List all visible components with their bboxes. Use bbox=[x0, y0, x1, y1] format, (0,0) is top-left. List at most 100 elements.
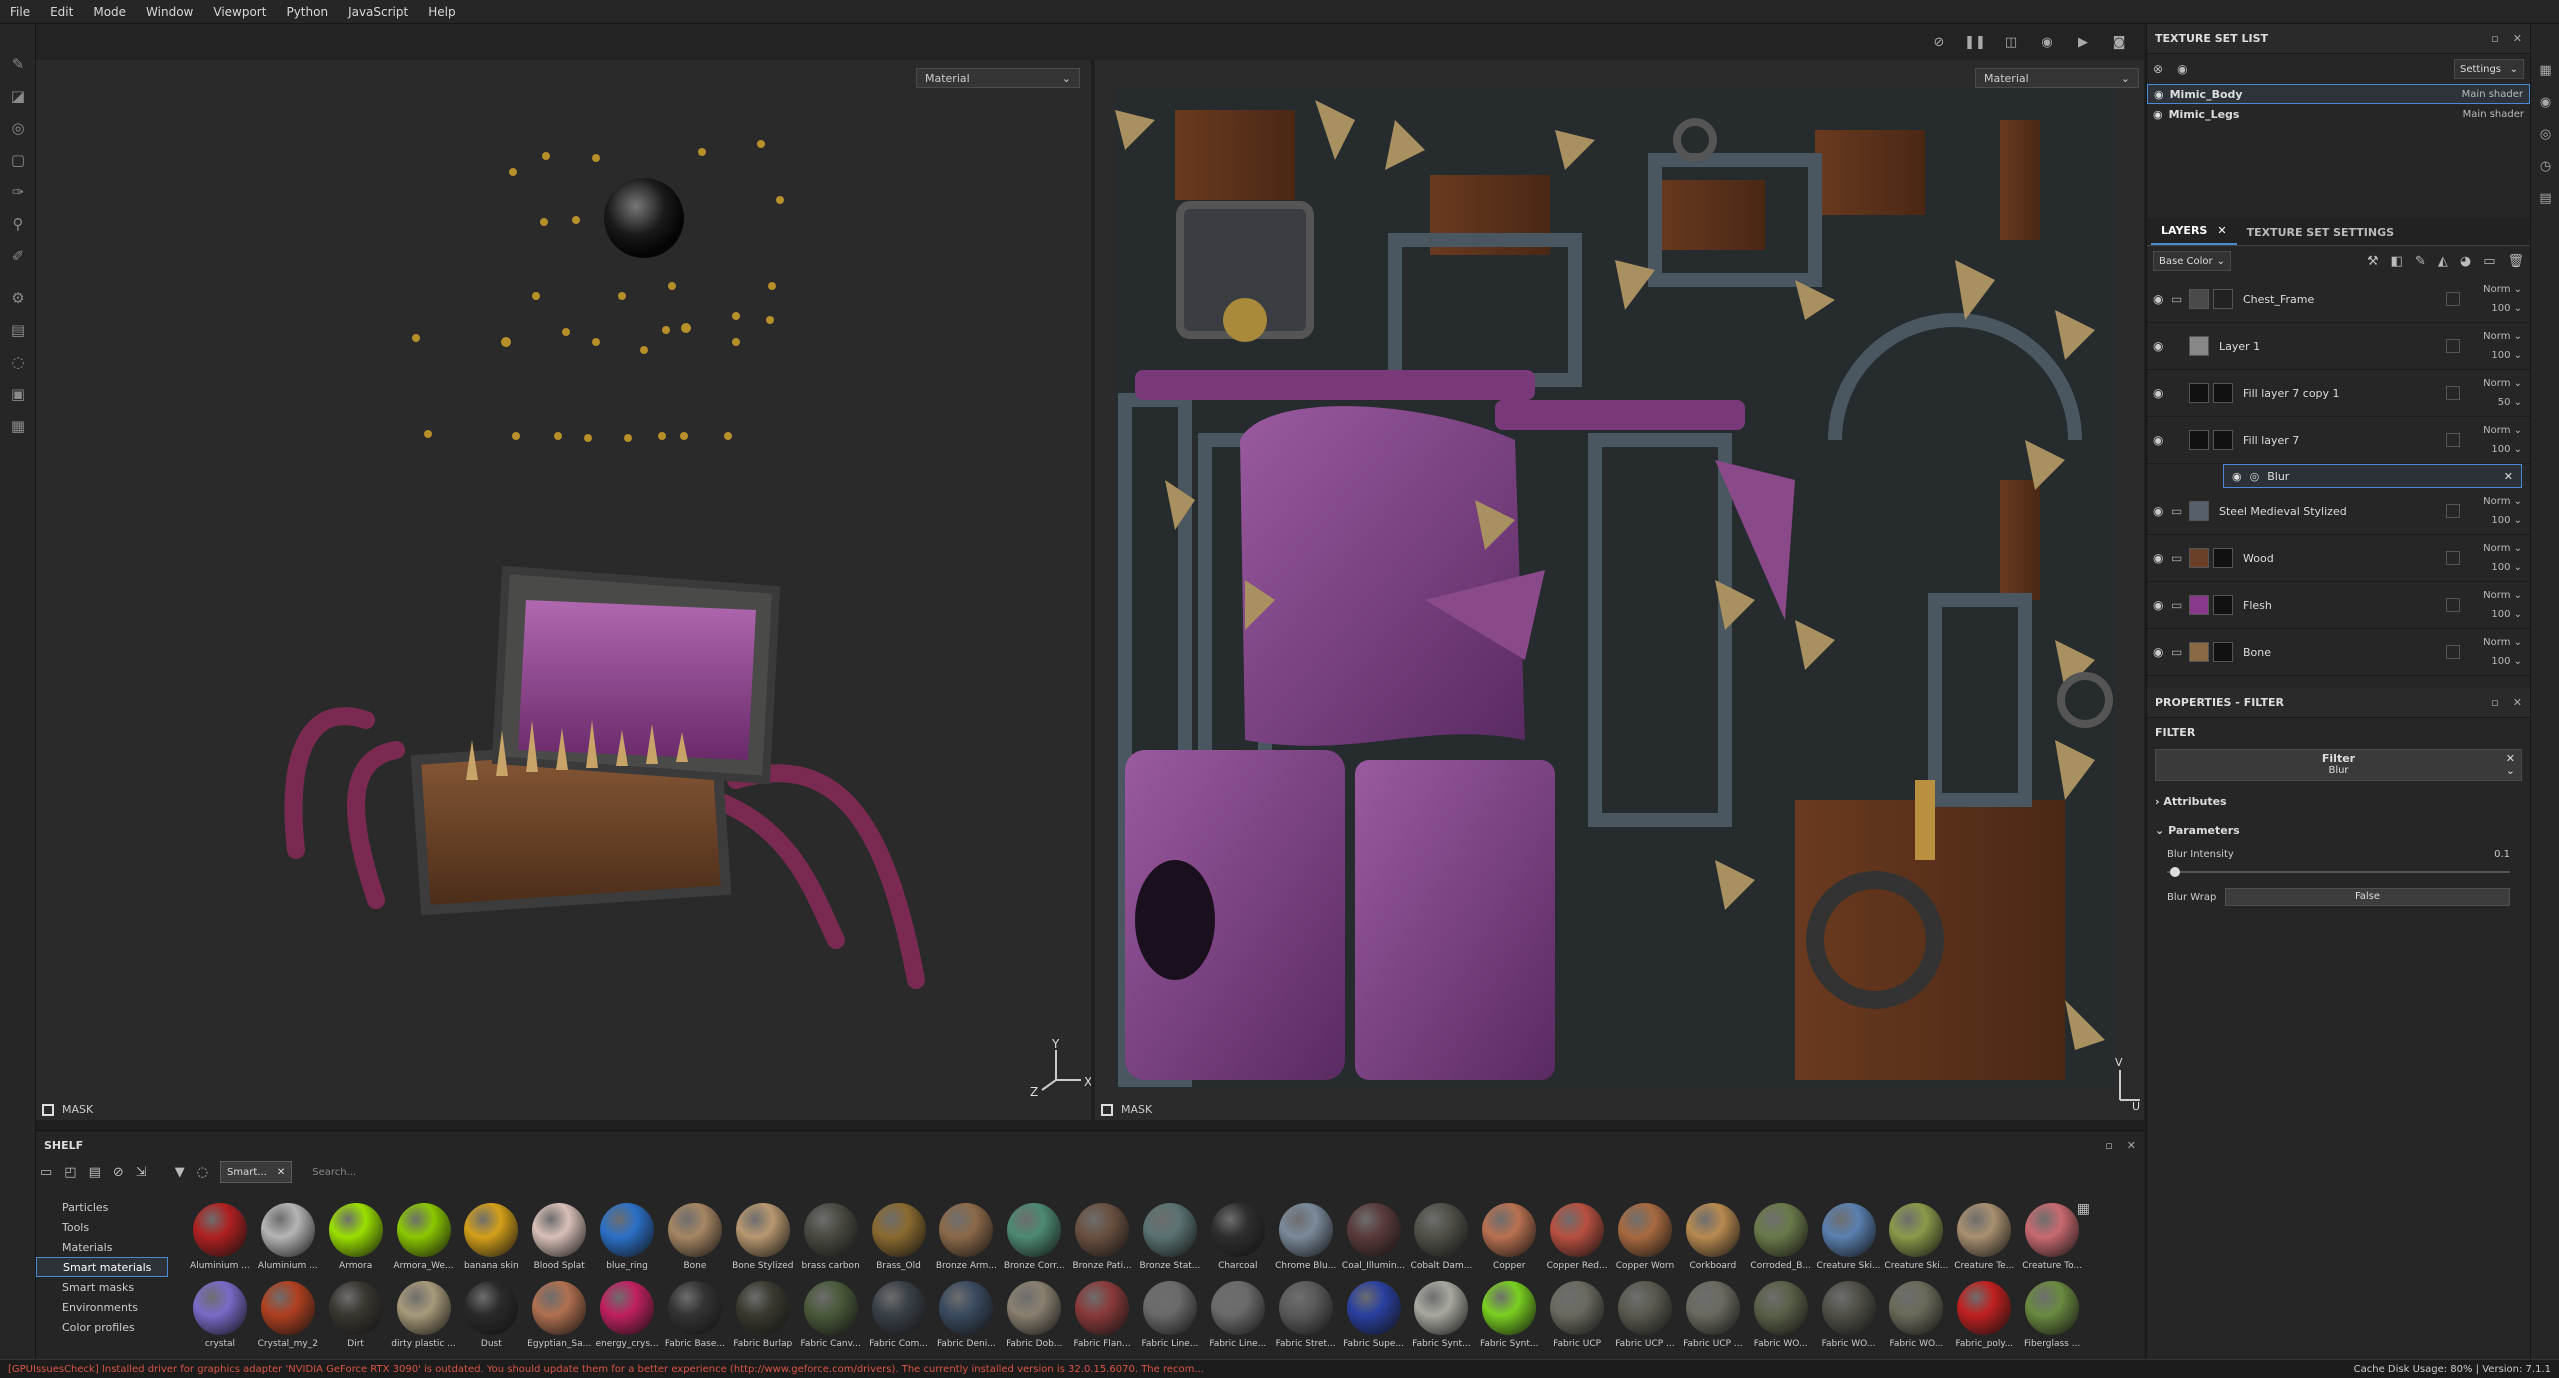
smart-material-item[interactable]: Fabric Burlap bbox=[729, 1277, 797, 1355]
filter-selector[interactable]: Filter Blur ✕ ⌄ bbox=[2155, 749, 2522, 781]
smart-material-item[interactable]: Coal_Illumin... bbox=[1340, 1199, 1408, 1277]
tab-layers[interactable]: LAYERS ✕ bbox=[2151, 218, 2237, 245]
filter-icon[interactable]: ▼ bbox=[175, 1165, 185, 1180]
mask-toggle-2d[interactable]: MASK bbox=[1101, 1103, 1152, 1116]
smart-material-item[interactable]: crystal bbox=[186, 1277, 254, 1355]
layer-mask-thumbnail[interactable] bbox=[2213, 289, 2233, 309]
layer-select-checkbox[interactable] bbox=[2446, 504, 2460, 518]
smart-material-item[interactable]: Creature Ski... bbox=[1815, 1199, 1883, 1277]
float-panel-icon[interactable]: ▫ bbox=[2491, 32, 2498, 45]
smart-material-item[interactable]: Bronze Stat... bbox=[1136, 1199, 1204, 1277]
layer-row[interactable]: ◉ ▭ Steel Medieval Stylized Norm ⌄ 100 ⌄ bbox=[2147, 488, 2530, 535]
hide-icon[interactable]: ⊘ bbox=[113, 1165, 124, 1180]
layer-mask-thumbnail[interactable] bbox=[2213, 595, 2233, 615]
smart-material-item[interactable]: Fabric Stret... bbox=[1272, 1277, 1340, 1355]
mask-toggle-3d[interactable]: MASK bbox=[42, 1103, 93, 1116]
paint-brush-icon[interactable]: ✎ bbox=[0, 48, 36, 80]
folder-icon[interactable]: ▭ bbox=[2171, 504, 2189, 518]
geometry-mask-icon[interactable]: ▢ bbox=[0, 144, 36, 176]
projection-icon[interactable]: ◎ bbox=[0, 112, 36, 144]
import-icon[interactable]: ▤ bbox=[89, 1165, 101, 1180]
viewport-3d[interactable]: Material ⌄ Y Z X MASK bbox=[36, 60, 1091, 1120]
close-icon[interactable]: ✕ bbox=[2513, 696, 2522, 709]
eye-icon[interactable]: ◉ bbox=[2153, 551, 2171, 565]
bake-icon[interactable]: ▤ bbox=[0, 314, 36, 346]
clone-stamp-icon[interactable]: ⚲ bbox=[0, 208, 36, 240]
layer-select-checkbox[interactable] bbox=[2446, 551, 2460, 565]
layer-select-checkbox[interactable] bbox=[2446, 339, 2460, 353]
hide-icon[interactable]: ⊗ bbox=[2153, 62, 2163, 76]
attributes-section[interactable]: › Attributes bbox=[2147, 787, 2530, 816]
layer-select-checkbox[interactable] bbox=[2446, 386, 2460, 400]
smart-material-item[interactable]: banana skin bbox=[457, 1199, 525, 1277]
menu-python[interactable]: Python bbox=[276, 5, 338, 19]
texture-set-list-icon[interactable]: ▦ bbox=[2531, 54, 2559, 86]
eye-icon[interactable]: ◉ bbox=[2232, 470, 2242, 483]
layer-row[interactable]: ◉ ▭ Chest_Frame Norm ⌄ 100 ⌄ bbox=[2147, 276, 2530, 323]
menu-file[interactable]: File bbox=[0, 5, 40, 19]
smart-material-item[interactable]: Dust bbox=[457, 1277, 525, 1355]
layer-select-checkbox[interactable] bbox=[2446, 292, 2460, 306]
smart-material-item[interactable]: Egyptian_Sa... bbox=[525, 1277, 593, 1355]
eye-icon[interactable]: ◉ bbox=[2153, 504, 2171, 518]
tab-texture-set-settings[interactable]: TEXTURE SET SETTINGS bbox=[2237, 220, 2404, 245]
mask-checkbox[interactable] bbox=[42, 1103, 54, 1116]
layer-row[interactable]: ◉ ▭ Wood Norm ⌄ 100 ⌄ bbox=[2147, 535, 2530, 582]
folder-icon[interactable]: ▭ bbox=[2171, 551, 2189, 565]
eye-icon[interactable]: ◉ bbox=[2153, 598, 2171, 612]
refresh-icon[interactable]: ◌ bbox=[197, 1165, 208, 1180]
smart-material-item[interactable]: Armora bbox=[322, 1199, 390, 1277]
smart-material-item[interactable]: Fabric_poly... bbox=[1950, 1277, 2018, 1355]
smart-material-item[interactable]: Fabric Dob... bbox=[1000, 1277, 1068, 1355]
shelf-category-item[interactable]: Environments bbox=[36, 1297, 168, 1317]
history-icon[interactable]: ◷ bbox=[2531, 150, 2559, 182]
layer-blend[interactable]: Norm ⌄ 100 ⌄ bbox=[2460, 586, 2530, 624]
smart-material-item[interactable]: Fabric Line... bbox=[1204, 1277, 1272, 1355]
smart-material-item[interactable]: Bone bbox=[661, 1199, 729, 1277]
no-light-icon[interactable]: ⊘ bbox=[1928, 31, 1950, 53]
smart-material-item[interactable]: Fabric Base... bbox=[661, 1277, 729, 1355]
smart-material-item[interactable]: Dirt bbox=[322, 1277, 390, 1355]
camera-icon[interactable]: ◎ bbox=[2531, 118, 2559, 150]
smart-material-item[interactable]: brass carbon bbox=[797, 1199, 865, 1277]
add-smart-material-icon[interactable]: ◕ bbox=[2460, 254, 2471, 269]
slider-handle[interactable] bbox=[2170, 867, 2180, 877]
layer-row[interactable]: ◉ ▭ Bone Norm ⌄ 100 ⌄ bbox=[2147, 629, 2530, 676]
log-icon[interactable]: ▤ bbox=[2531, 182, 2559, 214]
folder-icon[interactable]: ▭ bbox=[2171, 292, 2189, 306]
smart-material-item[interactable]: Fabric Supe... bbox=[1340, 1277, 1408, 1355]
layer-blend[interactable]: Norm ⌄ 100 ⌄ bbox=[2460, 280, 2530, 318]
settings-select[interactable]: Settings ⌄ bbox=[2454, 59, 2524, 79]
smart-material-item[interactable]: Fabric WO... bbox=[1815, 1277, 1883, 1355]
mask-checkbox[interactable] bbox=[1101, 1103, 1113, 1116]
smart-material-item[interactable]: Blood Splat bbox=[525, 1199, 593, 1277]
add-paint-layer-icon[interactable]: ✎ bbox=[2415, 254, 2426, 269]
close-icon[interactable]: ✕ bbox=[277, 1167, 285, 1178]
plugin-icon[interactable]: ▦ bbox=[0, 410, 36, 442]
float-panel-icon[interactable]: ▫ bbox=[2491, 696, 2498, 709]
smudge-icon[interactable]: ✑ bbox=[0, 176, 36, 208]
close-icon[interactable]: ✕ bbox=[2127, 1139, 2136, 1152]
layer-blend[interactable]: Norm ⌄ 50 ⌄ bbox=[2460, 374, 2530, 412]
eye-icon[interactable]: ◉ bbox=[2177, 62, 2187, 76]
layer-row[interactable]: ◉ Fill layer 7 Norm ⌄ 100 ⌄ bbox=[2147, 417, 2530, 464]
eye-icon[interactable]: ◉ bbox=[2154, 88, 2164, 101]
smart-material-item[interactable]: Charcoal bbox=[1204, 1199, 1272, 1277]
shelf-category-item[interactable]: Particles bbox=[36, 1197, 168, 1217]
layer-row[interactable]: ◉ ▭ Flesh Norm ⌄ 100 ⌄ bbox=[2147, 582, 2530, 629]
shelf-category-item[interactable]: Smart materials bbox=[36, 1257, 168, 1277]
python-icon[interactable]: ▣ bbox=[0, 378, 36, 410]
smart-material-item[interactable]: energy_crys... bbox=[593, 1277, 661, 1355]
channel-select[interactable]: Base Color ⌄ bbox=[2153, 251, 2231, 271]
menu-window[interactable]: Window bbox=[136, 5, 203, 19]
add-effect-icon[interactable]: ⚒ bbox=[2367, 254, 2379, 269]
shelf-search-input[interactable]: Search... bbox=[304, 1161, 704, 1183]
layer-blend[interactable]: Norm ⌄ 100 ⌄ bbox=[2460, 327, 2530, 365]
menu-help[interactable]: Help bbox=[418, 5, 465, 19]
smart-material-item[interactable]: Copper Red... bbox=[1543, 1199, 1611, 1277]
smart-material-item[interactable]: Creature Ski... bbox=[1882, 1199, 1950, 1277]
shelf-filter-tag[interactable]: Smart... ✕ bbox=[220, 1161, 293, 1183]
close-icon[interactable]: ✕ bbox=[2504, 470, 2513, 483]
smart-material-item[interactable]: Fabric UCP ... bbox=[1611, 1277, 1679, 1355]
eye-icon[interactable]: ◉ bbox=[2153, 292, 2171, 306]
